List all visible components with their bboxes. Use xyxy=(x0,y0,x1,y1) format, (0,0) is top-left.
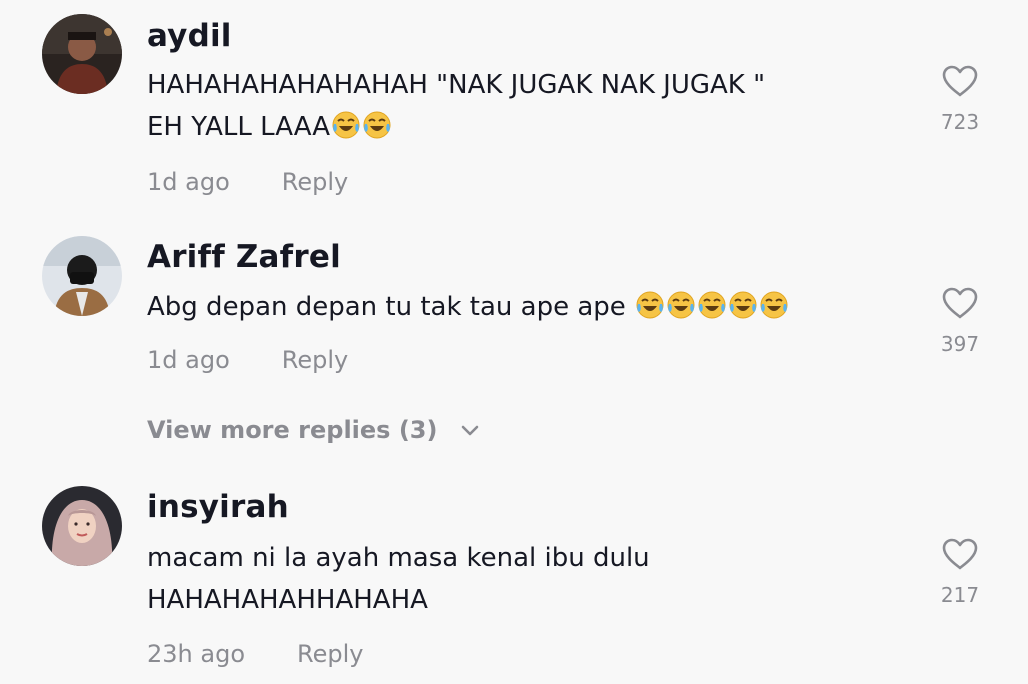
like-count: 217 xyxy=(940,583,980,607)
like-count: 397 xyxy=(940,332,980,356)
comment-meta: 1d ago Reply xyxy=(147,168,348,196)
comment-username[interactable]: Ariff Zafrel xyxy=(147,239,341,275)
avatar[interactable] xyxy=(42,236,122,316)
comment-time: 1d ago xyxy=(147,346,230,374)
face-with-tears-of-joy-icon xyxy=(697,290,727,320)
heart-icon xyxy=(942,65,978,97)
like-button[interactable]: 217 xyxy=(930,537,990,607)
chevron-down-icon xyxy=(461,425,479,436)
view-more-replies-button[interactable]: View more replies (3) xyxy=(147,416,480,444)
comment-text: macam ni la ayah masa kenal ibu dulu HAH… xyxy=(147,537,907,621)
face-with-tears-of-joy-icon xyxy=(331,110,361,140)
comment-time: 23h ago xyxy=(147,640,246,668)
comment-text-line: Abg depan depan tu tak tau ape ape xyxy=(147,286,907,328)
face-with-tears-of-joy-icon xyxy=(362,110,392,140)
reply-button[interactable]: Reply xyxy=(297,640,363,668)
comment-text-line: macam ni la ayah masa kenal ibu dulu xyxy=(147,543,650,573)
comment-meta: 1d ago Reply xyxy=(147,346,348,374)
comment-text-line: HAHAHAHAHAHAHAH "NAK JUGAK NAK JUGAK " xyxy=(147,70,766,100)
heart-icon xyxy=(942,287,978,319)
face-with-tears-of-joy-icon xyxy=(728,290,758,320)
avatar[interactable] xyxy=(42,14,122,94)
heart-icon xyxy=(942,538,978,570)
comment-text-segment: Abg depan depan tu tak tau ape ape xyxy=(147,292,635,322)
view-more-label: View more replies (3) xyxy=(147,416,438,444)
like-count: 723 xyxy=(940,110,980,134)
comment-meta: 23h ago Reply xyxy=(147,640,363,668)
comment-text-segment: EH YALL LAAA xyxy=(147,112,331,142)
reply-button[interactable]: Reply xyxy=(282,346,348,374)
comment-text: HAHAHAHAHAHAHAH "NAK JUGAK NAK JUGAK " E… xyxy=(147,64,907,148)
comment-text-line: HAHAHAHAHHAHAHA xyxy=(147,585,428,615)
like-button[interactable]: 397 xyxy=(930,286,990,356)
comment-text: Abg depan depan tu tak tau ape ape xyxy=(147,286,907,328)
like-button[interactable]: 723 xyxy=(930,64,990,134)
comment-text-line: EH YALL LAAA xyxy=(147,106,907,148)
face-with-tears-of-joy-icon xyxy=(666,290,696,320)
comment-time: 1d ago xyxy=(147,168,230,196)
reply-button[interactable]: Reply xyxy=(282,168,348,196)
comment-username[interactable]: aydil xyxy=(147,18,232,54)
comment-username[interactable]: insyirah xyxy=(147,489,289,525)
face-with-tears-of-joy-icon xyxy=(759,290,789,320)
avatar[interactable] xyxy=(42,486,122,566)
face-with-tears-of-joy-icon xyxy=(635,290,665,320)
